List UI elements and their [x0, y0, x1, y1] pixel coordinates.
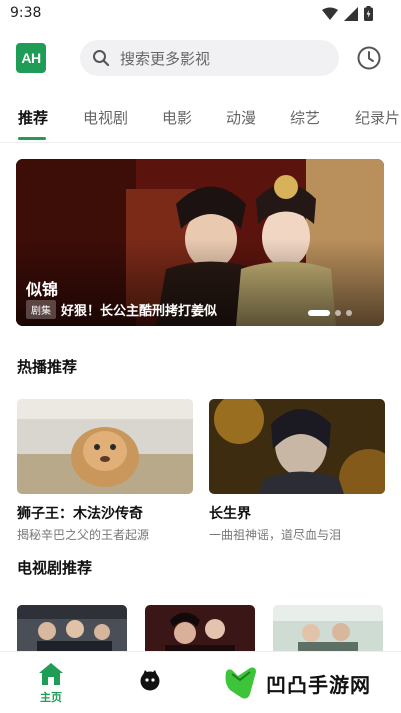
search-icon: [93, 50, 110, 67]
banner-title: 似锦: [26, 280, 59, 299]
banner-subtitle: 好狠！长公主酷刑拷打姜似: [61, 304, 218, 319]
category-tabs: 推荐 电视剧 电影 动漫 综艺 纪录片: [0, 100, 401, 140]
carousel-dot: [335, 310, 341, 316]
tab-recommend[interactable]: 推荐: [18, 107, 48, 128]
carousel-dot: [346, 310, 352, 316]
carousel-dot: [308, 310, 330, 316]
carousel-indicator: [308, 310, 352, 316]
status-time: 9:38: [10, 5, 42, 21]
section-title-drama: 电视剧推荐: [17, 559, 93, 577]
card-thumbnail: [209, 399, 385, 494]
tab-tv-series[interactable]: 电视剧: [83, 107, 128, 128]
card-title: 长生界: [209, 506, 251, 522]
watermark-text: 凹凸手游网: [266, 672, 371, 697]
nav-home[interactable]: 主页: [36, 662, 66, 705]
card-description: 一曲祖神谣，道尽血与泪: [209, 528, 342, 542]
active-tab-indicator: [18, 137, 46, 140]
bottom-navigation: 主页 凹凸手游网: [0, 651, 401, 713]
history-clock-icon[interactable]: [356, 45, 382, 71]
drama-card-thumbnail[interactable]: [17, 605, 127, 655]
tab-documentary[interactable]: 纪录片: [355, 107, 400, 128]
tab-variety[interactable]: 综艺: [290, 107, 320, 128]
drama-card-thumbnail[interactable]: [273, 605, 383, 655]
search-placeholder: 搜索更多影视: [120, 49, 211, 68]
card-description: 揭秘辛巴之父的王者起源: [17, 528, 150, 542]
nav-home-label: 主页: [40, 691, 62, 704]
watermark: 凹凸手游网: [222, 664, 371, 702]
search-input[interactable]: 搜索更多影视: [80, 40, 339, 76]
card-title: 狮子王：木法沙传奇: [17, 506, 143, 522]
status-icons: [322, 6, 373, 21]
hot-card[interactable]: 狮子王：木法沙传奇 揭秘辛巴之父的王者起源: [17, 399, 193, 543]
wifi-icon: [322, 7, 338, 20]
app-logo[interactable]: AH: [16, 43, 46, 73]
tab-movies[interactable]: 电影: [162, 107, 192, 128]
home-icon: [39, 663, 63, 685]
card-thumbnail: [17, 399, 193, 494]
status-bar: 9:38: [0, 0, 401, 28]
signal-icon: [344, 6, 358, 21]
watermark-logo-icon: [225, 667, 256, 699]
featured-banner[interactable]: 似锦 剧集 好狠！长公主酷刑拷打姜似: [16, 159, 384, 326]
drama-card-thumbnail[interactable]: [145, 605, 255, 655]
section-title-hot: 热播推荐: [17, 358, 78, 376]
divider: [0, 142, 401, 143]
battery-icon: [364, 6, 373, 21]
tab-anime[interactable]: 动漫: [226, 107, 256, 128]
banner-badge: 剧集: [26, 300, 56, 319]
mascot-icon[interactable]: [139, 669, 161, 691]
hot-card[interactable]: 长生界 一曲祖神谣，道尽血与泪: [209, 399, 385, 543]
